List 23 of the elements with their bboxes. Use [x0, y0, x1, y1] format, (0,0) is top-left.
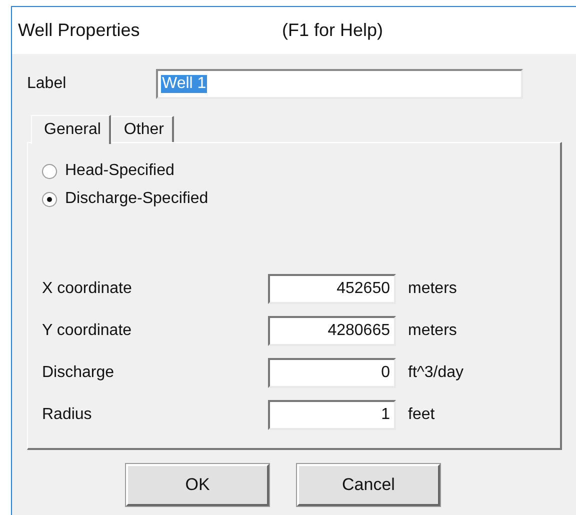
- radio-label: Discharge-Specified: [65, 190, 208, 208]
- tab[interactable]: Other: [110, 116, 174, 142]
- unit-label: meters: [408, 280, 457, 298]
- input-field[interactable]: 452650: [268, 274, 396, 304]
- input-field[interactable]: 1: [268, 400, 396, 430]
- field-label: Label: [27, 75, 68, 93]
- radio-button[interactable]: [42, 164, 57, 178]
- radio-button[interactable]: [42, 192, 57, 206]
- input-field[interactable]: 0: [268, 358, 396, 388]
- unit-label: meters: [408, 322, 457, 340]
- field-label: Y coordinate: [42, 322, 133, 340]
- ok-button[interactable]: OK: [126, 464, 269, 506]
- unit-label: feet: [408, 406, 435, 424]
- radio-label: Head-Specified: [65, 162, 174, 180]
- input-field[interactable]: 4280665: [268, 316, 396, 346]
- field-label: Discharge: [42, 364, 116, 382]
- unit-label: ft^3/day: [408, 364, 464, 382]
- help-hint: (F1 for Help): [282, 20, 384, 41]
- window-title: Well Properties: [18, 20, 141, 41]
- cancel-button[interactable]: Cancel: [297, 464, 440, 506]
- tab[interactable]: General: [31, 115, 111, 144]
- field-label: Radius: [42, 406, 93, 424]
- field-label: X coordinate: [42, 280, 133, 298]
